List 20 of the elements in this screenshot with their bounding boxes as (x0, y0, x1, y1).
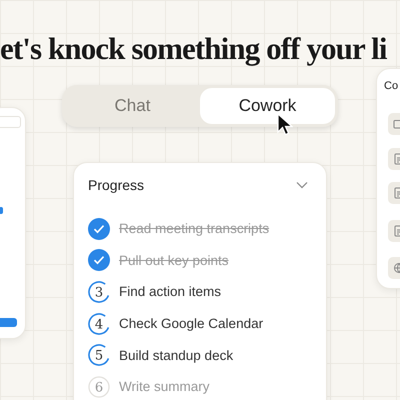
step-label: Build standup deck (119, 348, 234, 363)
step-label: Read meeting transcripts (119, 221, 270, 236)
action-button[interactable] (0, 318, 17, 327)
number-circle-icon: 4 (88, 312, 110, 335)
input-field[interactable] (0, 116, 21, 128)
mode-tab[interactable]: Cowork (200, 88, 335, 124)
step-label: Pull out key points (119, 252, 229, 268)
number-circle-icon: 5 (88, 344, 110, 366)
mode-tab[interactable]: Chat (65, 88, 200, 124)
cursor-icon (277, 113, 293, 137)
step-label: Find action items (119, 284, 222, 300)
step-label: Write summary (119, 379, 210, 394)
selection-indicator (0, 207, 3, 214)
chevron-down-icon[interactable] (296, 181, 308, 189)
panel-title: Co (384, 80, 398, 92)
card-title: Progress (88, 177, 144, 193)
number-circle-icon: 3 (88, 280, 110, 303)
step-label: Check Google Calendar (119, 316, 264, 332)
headline: et's knock something off your li (0, 30, 387, 68)
number-circle-icon: 6 (88, 376, 110, 398)
